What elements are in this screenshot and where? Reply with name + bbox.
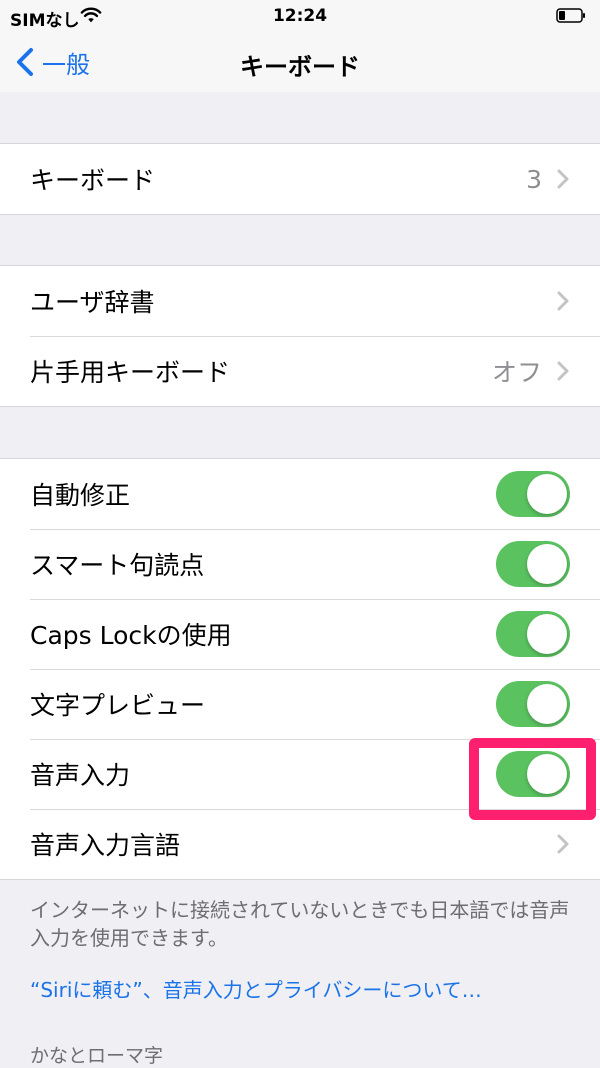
row-label: 片手用キーボード [30,358,231,387]
row-dictation: 音声入力 [0,739,600,809]
settings-group-input-options: 自動修正 スマート句読点 Caps Lockの使用 文字プレビュー 音声入力 音… [0,458,600,880]
battery-icon [556,8,585,23]
dictation-footnote: インターネットに接続されていないときでも日本語では音声入力を使用できます。 [30,898,570,950]
row-caps-lock: Caps Lockの使用 [0,599,600,669]
toggle-knob [527,544,567,584]
row-label: 音声入力言語 [30,831,181,860]
status-bar: SIMなし 12:24 [0,0,600,34]
status-time: 12:24 [272,6,328,26]
row-label: キーボード [30,166,156,195]
row-smart-punctuation: スマート句読点 [0,529,600,599]
row-label: 音声入力 [30,761,131,790]
row-value: オフ [491,358,542,387]
row-label: ユーザ辞書 [30,288,155,317]
auto-correction-toggle[interactable] [496,471,570,517]
smart-punctuation-toggle[interactable] [496,541,570,587]
row-auto-correction: 自動修正 [0,459,600,529]
row-one-handed-keyboard[interactable]: 片手用キーボード オフ [0,336,600,406]
section-header-kana-romaji: かなとローマ字 [30,1045,164,1067]
row-label: スマート句読点 [30,551,205,580]
chevron-right-icon [557,834,569,854]
character-preview-toggle[interactable] [496,681,570,727]
settings-group-keyboards: キーボード 3 [0,143,600,215]
row-value: 3 [526,164,542,194]
toggle-knob [527,754,567,794]
siri-privacy-link[interactable]: “Siriに頼む”、音声入力とプライバシーについて… [30,974,482,1003]
row-label: Caps Lockの使用 [30,621,232,650]
toggle-knob [527,614,567,654]
row-dictation-languages[interactable]: 音声入力言語 [0,809,600,879]
caps-lock-toggle[interactable] [496,611,570,657]
row-user-dictionary[interactable]: ユーザ辞書 [0,266,600,336]
toggle-knob [527,684,567,724]
navigation-bar: 一般 キーボード [0,34,600,92]
chevron-right-icon [557,291,569,311]
row-label: 自動修正 [30,481,131,510]
settings-group-dictionary: ユーザ辞書 片手用キーボード オフ [0,265,600,407]
dictation-toggle[interactable] [496,751,570,797]
page-title: キーボード [240,53,360,81]
toggle-knob [527,474,567,514]
row-character-preview: 文字プレビュー [0,669,600,739]
row-label: 文字プレビュー [30,691,206,720]
chevron-right-icon [557,169,569,189]
row-keyboards[interactable]: キーボード 3 [0,144,600,214]
chevron-right-icon [557,361,569,381]
